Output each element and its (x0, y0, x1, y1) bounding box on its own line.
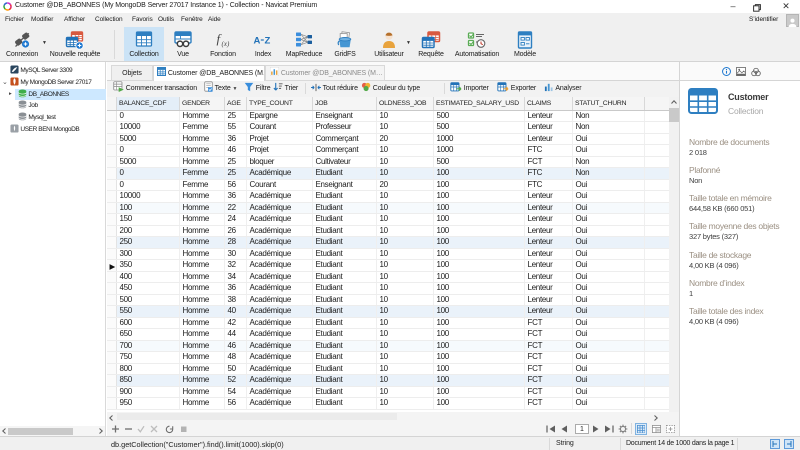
svg-text:(x): (x) (222, 40, 230, 48)
svg-text:A: A (254, 36, 261, 47)
svg-text:Z: Z (265, 36, 271, 47)
